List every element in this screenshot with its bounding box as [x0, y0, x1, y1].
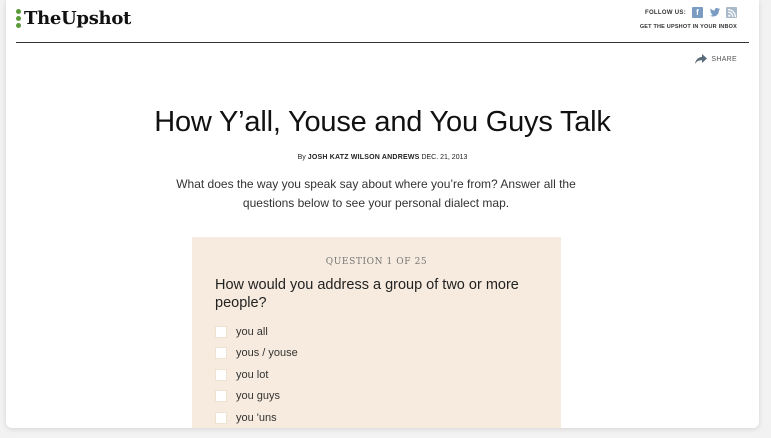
- byline: By JOSH KATZ WILSON ANDREWS DEC. 21, 201…: [6, 154, 759, 161]
- answer-checkbox[interactable]: [215, 411, 227, 424]
- answer-checkbox[interactable]: [215, 368, 227, 381]
- logo-text: TheUpshot: [24, 8, 132, 29]
- answer-option[interactable]: yous / youse: [215, 343, 298, 365]
- answer-label: you all: [236, 325, 268, 338]
- answer-option[interactable]: you 'uns: [215, 407, 298, 428]
- answer-label: you lot: [236, 368, 269, 381]
- share-arrow-icon: [695, 54, 708, 64]
- answer-label: you guys: [236, 390, 281, 403]
- follow-us-label: FOLLOW US:: [645, 9, 686, 16]
- logo-dots-icon: [16, 9, 21, 28]
- dialect-quiz: QUESTION 1 OF 25 How would you address a…: [192, 237, 561, 428]
- answer-option[interactable]: you lot: [215, 364, 298, 386]
- question-counter: QUESTION 1 OF 25: [325, 257, 428, 267]
- answer-checkbox[interactable]: [215, 390, 227, 403]
- article-intro: What does the way you speak say about wh…: [176, 177, 576, 210]
- question-text: How would you address a group of two or …: [215, 277, 519, 311]
- answer-checkbox[interactable]: [215, 325, 227, 338]
- browser-page: TheUpshot FOLLOW US: f GET THE UPSHOT IN…: [6, 0, 759, 428]
- facebook-icon[interactable]: f: [692, 7, 703, 18]
- byline-date: DEC. 21, 2013: [421, 154, 468, 161]
- rss-icon[interactable]: [726, 7, 737, 18]
- answer-label: yous / youse: [236, 347, 298, 360]
- header-divider: [16, 42, 749, 43]
- article-headline: How Y’all, Youse and You Guys Talk: [154, 106, 611, 138]
- newsletter-link[interactable]: GET THE UPSHOT IN YOUR INBOX: [640, 24, 737, 30]
- answer-checkbox[interactable]: [215, 347, 227, 360]
- follow-us-bar: FOLLOW US: f: [645, 7, 737, 18]
- answer-option[interactable]: you guys: [215, 386, 298, 408]
- answer-option[interactable]: you all: [215, 321, 298, 343]
- byline-authors[interactable]: JOSH KATZ WILSON ANDREWS: [308, 154, 420, 161]
- upshot-logo[interactable]: TheUpshot: [16, 8, 131, 29]
- byline-prefix: By: [297, 154, 306, 161]
- share-label: SHARE: [711, 55, 737, 63]
- answer-label: you 'uns: [236, 411, 277, 424]
- answer-options: you all yous / youse you lot you guys yo…: [215, 321, 298, 428]
- twitter-icon[interactable]: [709, 7, 720, 18]
- share-button[interactable]: SHARE: [695, 54, 737, 64]
